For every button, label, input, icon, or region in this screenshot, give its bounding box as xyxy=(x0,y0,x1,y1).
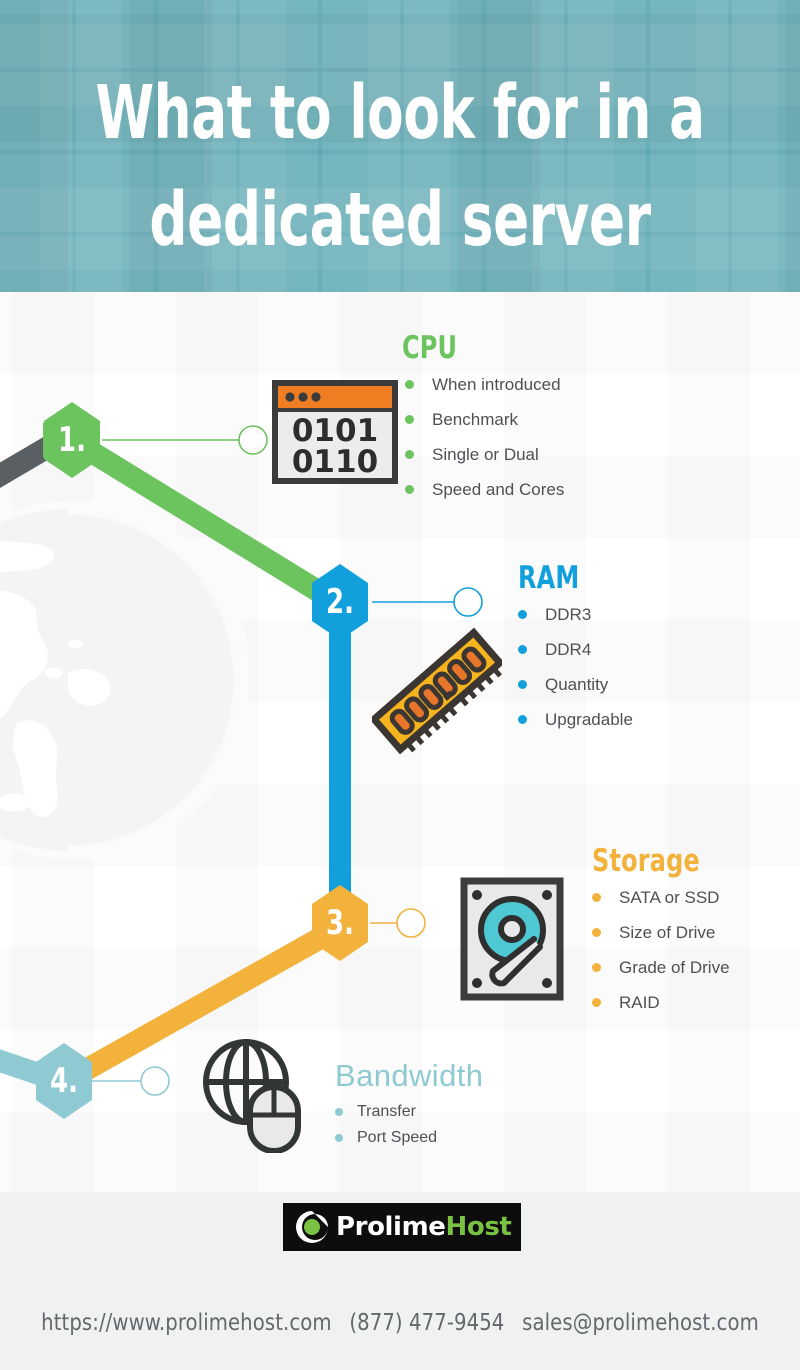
cpu-binary-line-2: 0110 xyxy=(292,444,378,480)
step-number-1: 1. xyxy=(58,420,86,460)
list-item-label: Port Speed xyxy=(357,1129,438,1146)
bullet-dot xyxy=(405,415,414,424)
list-item-label: Benchmark xyxy=(432,410,518,429)
bullet-dot xyxy=(335,1134,343,1142)
list-item-label: Single or Dual xyxy=(432,445,539,464)
section-title-ram: RAM xyxy=(518,560,580,596)
list-item: Grade of Drive xyxy=(592,959,730,976)
prolimehost-logo[interactable]: ProlimeHost xyxy=(283,1203,521,1251)
page-title: What to look for in a dedicated server xyxy=(95,70,705,264)
list-item-label: Grade of Drive xyxy=(619,958,730,977)
binary-window-icon: 0101 0110 xyxy=(272,380,398,484)
section-title-bandwidth: Bandwidth xyxy=(335,1058,484,1093)
connector-ring-4 xyxy=(140,1066,170,1096)
list-item-label: Transfer xyxy=(357,1103,416,1120)
footer: ProlimeHost https://www.prolimehost.com … xyxy=(0,1192,800,1370)
bullet-dot xyxy=(592,963,601,972)
globe-mouse-icon xyxy=(203,1039,301,1153)
prolimehost-swirl-icon xyxy=(296,1211,328,1243)
header-banner: What to look for in a dedicated server xyxy=(0,0,800,292)
section-storage: Storage SATA or SSD Size of Drive Grade … xyxy=(592,843,730,1029)
list-item-label: SATA or SSD xyxy=(619,888,720,907)
phone-number[interactable]: (877) 477-9454 xyxy=(349,1310,504,1336)
list-item-label: RAID xyxy=(619,993,660,1012)
bullet-dot xyxy=(592,998,601,1007)
list-item-label: Speed and Cores xyxy=(432,480,565,499)
email-link[interactable]: sales@prolimehost.com xyxy=(522,1310,759,1336)
section-list-cpu: When introduced Benchmark Single or Dual… xyxy=(405,376,564,498)
bullet-dot xyxy=(518,610,527,619)
bullet-dot xyxy=(592,928,601,937)
list-item: Benchmark xyxy=(405,411,564,428)
list-item: Quantity xyxy=(518,676,633,693)
bullet-dot xyxy=(335,1108,343,1116)
list-item-label: DDR3 xyxy=(545,605,592,624)
section-title-cpu: CPU xyxy=(402,330,458,366)
list-item: Upgradable xyxy=(518,711,633,728)
section-list-bandwidth: Transfer Port Speed xyxy=(335,1104,483,1146)
hard-drive-icon xyxy=(460,877,564,1001)
list-item-label: Size of Drive xyxy=(619,923,716,942)
list-item: Transfer xyxy=(335,1104,483,1120)
step-number-4: 4. xyxy=(50,1061,78,1101)
section-list-ram: DDR3 DDR4 Quantity Upgradable xyxy=(518,606,633,728)
infographic-page: What to look for in a dedicated server 1… xyxy=(0,0,800,1370)
logo-text-accent: Host xyxy=(445,1212,512,1242)
bullet-dot xyxy=(405,485,414,494)
list-item: When introduced xyxy=(405,376,564,393)
list-item: Speed and Cores xyxy=(405,481,564,498)
connector-ring-2 xyxy=(453,587,483,617)
logo-wordmark: ProlimeHost xyxy=(336,1212,512,1242)
logo-text-primary: Prolime xyxy=(336,1212,446,1242)
bullet-dot xyxy=(518,715,527,724)
bullet-dot xyxy=(518,645,527,654)
bullet-dot xyxy=(518,680,527,689)
list-item: SATA or SSD xyxy=(592,889,730,906)
section-ram: RAM DDR3 DDR4 Quantity Upgradable xyxy=(518,560,633,746)
list-item-label: Quantity xyxy=(545,675,609,694)
list-item: Single or Dual xyxy=(405,446,564,463)
step-number-3: 3. xyxy=(326,903,354,943)
list-item: DDR4 xyxy=(518,641,633,658)
section-bandwidth: Bandwidth Transfer Port Speed xyxy=(335,1058,483,1156)
bullet-dot xyxy=(592,893,601,902)
list-item: RAID xyxy=(592,994,730,1011)
connector-ring-1 xyxy=(238,425,268,455)
list-item: Size of Drive xyxy=(592,924,730,941)
list-item-label: Upgradable xyxy=(545,710,633,729)
section-title-storage: Storage xyxy=(592,843,700,879)
website-link[interactable]: https://www.prolimehost.com xyxy=(41,1310,331,1336)
main-content: 1. 2. 3. 4. 0101 0110 CPU When introduce… xyxy=(0,292,800,1192)
section-cpu: CPU When introduced Benchmark Single or … xyxy=(402,330,564,516)
contact-line: https://www.prolimehost.com (877) 477-94… xyxy=(20,1310,780,1336)
bullet-dot xyxy=(405,380,414,389)
list-item: Port Speed xyxy=(335,1130,483,1146)
connector-ring-3 xyxy=(396,908,426,938)
list-item: DDR3 xyxy=(518,606,633,623)
list-item-label: When introduced xyxy=(432,375,561,394)
section-list-storage: SATA or SSD Size of Drive Grade of Drive… xyxy=(592,889,730,1011)
bullet-dot xyxy=(405,450,414,459)
list-item-label: DDR4 xyxy=(545,640,592,659)
step-number-2: 2. xyxy=(326,582,354,622)
memory-stick-icon xyxy=(372,627,502,755)
